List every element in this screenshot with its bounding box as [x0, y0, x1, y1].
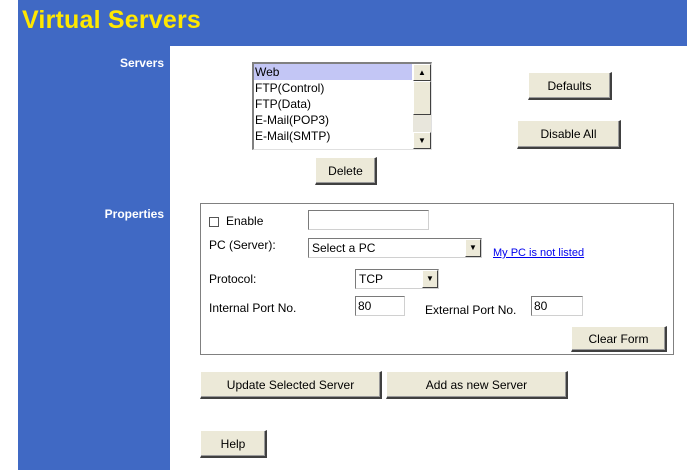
- pc-server-label: PC (Server):: [209, 238, 276, 252]
- protocol-select[interactable]: TCP ▼: [355, 269, 439, 289]
- help-button[interactable]: Help: [200, 430, 267, 458]
- servers-scrollbar[interactable]: ▲ ▼: [413, 64, 431, 149]
- scroll-up-icon[interactable]: ▲: [413, 64, 431, 81]
- external-port-input[interactable]: [531, 296, 583, 316]
- list-item[interactable]: E-Mail(SMTP): [254, 128, 412, 144]
- properties-section-label: Properties: [104, 207, 164, 221]
- chevron-down-icon[interactable]: ▼: [422, 270, 438, 288]
- scroll-down-icon[interactable]: ▼: [413, 132, 431, 149]
- pc-select-value: Select a PC: [312, 241, 376, 255]
- servers-list: Web FTP(Control) FTP(Data) E-Mail(POP3) E-Ma…: [254, 64, 412, 144]
- list-item[interactable]: FTP(Data): [254, 96, 412, 112]
- list-item[interactable]: Web: [254, 64, 412, 80]
- list-item[interactable]: E-Mail(POP3): [254, 112, 412, 128]
- enable-label: Enable: [226, 214, 264, 228]
- server-name-input[interactable]: [308, 210, 429, 230]
- protocol-select-value: TCP: [359, 272, 383, 286]
- properties-panel: Enable PC (Server): Select a PC ▼ My PC …: [200, 203, 674, 355]
- add-new-server-button[interactable]: Add as new Server: [386, 371, 568, 399]
- defaults-button[interactable]: Defaults: [528, 72, 612, 100]
- disable-all-button[interactable]: Disable All: [517, 120, 621, 149]
- internal-port-label: Internal Port No.: [209, 301, 297, 315]
- update-selected-server-button[interactable]: Update Selected Server: [200, 371, 382, 399]
- page-title: Virtual Servers: [22, 6, 202, 34]
- external-port-label: External Port No.: [425, 303, 517, 317]
- servers-section-label: Servers: [119, 56, 164, 70]
- servers-listbox[interactable]: Web FTP(Control) FTP(Data) E-Mail(POP3) E-Ma…: [252, 62, 432, 150]
- internal-port-input[interactable]: [355, 296, 405, 316]
- main-content: Web FTP(Control) FTP(Data) E-Mail(POP3) E-Ma…: [170, 46, 687, 470]
- protocol-label: Protocol:: [209, 272, 257, 286]
- clear-form-button[interactable]: Clear Form: [571, 326, 667, 352]
- sidebar: Servers Properties: [18, 46, 170, 470]
- pc-not-listed-link[interactable]: My PC is not listed: [493, 247, 584, 259]
- enable-checkbox[interactable]: [209, 217, 219, 227]
- list-item[interactable]: FTP(Control): [254, 80, 412, 96]
- pc-select[interactable]: Select a PC ▼: [308, 238, 482, 258]
- virtual-servers-page: Virtual Servers Servers Properties Web FT…: [18, 0, 687, 470]
- title-bar: Virtual Servers: [18, 0, 687, 46]
- delete-button[interactable]: Delete: [315, 157, 377, 185]
- scroll-thumb[interactable]: [413, 81, 431, 115]
- chevron-down-icon[interactable]: ▼: [465, 239, 481, 257]
